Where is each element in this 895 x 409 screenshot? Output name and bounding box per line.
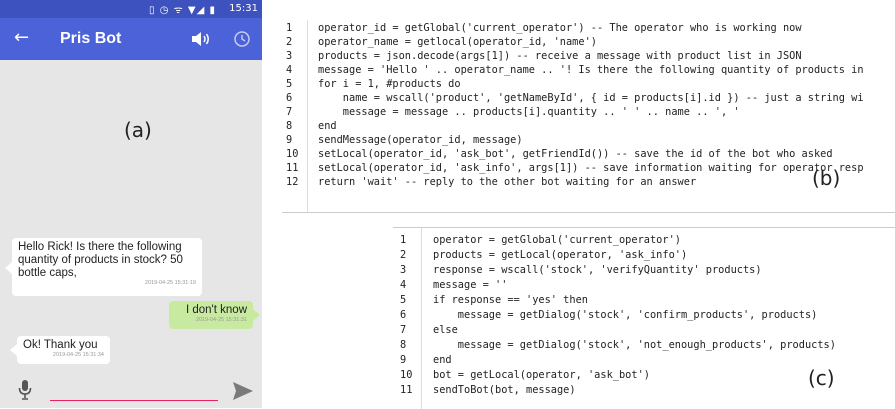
code-text: if response == 'yes' then (433, 294, 588, 306)
code-text: message = 'Hello ' .. operator_name .. '… (318, 64, 864, 76)
message-text: Hello Rick! Is there the following quant… (18, 241, 183, 279)
status-time: 15:31 (229, 3, 258, 14)
status-bar: ▯ ◷ ᯤ ▼◢ ▮ 15:31 (0, 0, 262, 18)
panel-label-c: (c) (808, 366, 835, 390)
message-composer (0, 372, 262, 408)
message-timestamp: 2019-04-25 15:31:34 (52, 352, 104, 358)
line-number: 5 (286, 78, 293, 90)
message-timestamp: 2019-04-25 15:31:31 (195, 317, 247, 323)
code-text: message = getDialog('stock', 'confirm_pr… (433, 309, 818, 321)
line-number: 11 (286, 162, 299, 174)
code-text: end (318, 120, 337, 132)
line-number: 7 (400, 324, 407, 336)
incoming-message: Hello Rick! Is there the following quant… (5, 238, 202, 296)
code-text: operator = getGlobal('current_operator') (433, 234, 681, 246)
line-number: 3 (400, 264, 407, 276)
line-number: 4 (286, 64, 293, 76)
code-text: message = message .. products[i].quantit… (318, 106, 740, 118)
status-icons: ▯ ◷ ᯤ ▼◢ ▮ (149, 5, 216, 16)
line-number: 6 (286, 92, 293, 104)
code-text: setLocal(operator_id, 'ask_info', args[1… (318, 162, 864, 174)
outgoing-message: I don't know 2019-04-25 15:31:31 (169, 301, 260, 329)
line-number: 8 (286, 120, 293, 132)
line-number: 12 (286, 176, 299, 188)
line-number: 6 (400, 309, 407, 321)
code-text: bot = getLocal(operator, 'ask_bot') (433, 369, 650, 381)
line-number: 11 (400, 384, 413, 396)
send-icon[interactable] (232, 381, 254, 401)
line-number: 1 (400, 234, 407, 246)
line-number: 1 (286, 22, 293, 34)
message-text: I don't know (185, 304, 247, 316)
app-bar: ← Pris Bot (0, 18, 262, 60)
code-text: operator_name = getlocal(operator_id, 'n… (318, 36, 597, 48)
code-text: products = getLocal(operator, 'ask_info'… (433, 249, 688, 261)
code-text: return 'wait' -- reply to the other bot … (318, 176, 697, 188)
code-text: products = json.decode(args[1]) -- recei… (318, 50, 802, 62)
chat-app-screen: ▯ ◷ ᯤ ▼◢ ▮ 15:31 ← Pris Bot (a) Hello Ri… (0, 0, 262, 408)
chat-title: Pris Bot (60, 30, 122, 47)
line-number: 2 (286, 36, 293, 48)
message-input[interactable] (50, 382, 218, 401)
code-text: response = wscall('stock', 'verifyQuanti… (433, 264, 762, 276)
panel-label-b: (b) (812, 166, 841, 190)
code-text: else (433, 324, 458, 336)
line-number: 8 (400, 339, 407, 351)
code-text: sendToBot(bot, message) (433, 384, 576, 396)
microphone-icon[interactable] (18, 379, 32, 401)
code-text: end (433, 354, 452, 366)
message-timestamp: 2019-04-25 15:31:19 (144, 280, 196, 286)
code-listing-b: 1 operator_id = getGlobal('current_operat… (282, 20, 895, 213)
line-number: 9 (400, 354, 407, 366)
line-number: 9 (286, 134, 293, 146)
line-number: 4 (400, 279, 407, 291)
line-number: 10 (400, 369, 413, 381)
code-text: message = '' (433, 279, 508, 291)
line-number: 5 (400, 294, 407, 306)
speaker-icon[interactable] (190, 30, 212, 48)
code-text: setLocal(operator_id, 'ask_bot', getFrie… (318, 148, 833, 160)
message-text: Ok! Thank you (23, 339, 98, 351)
line-number: 3 (286, 50, 293, 62)
code-text: for i = 1, #products do (318, 78, 461, 90)
panel-label-a: (a) (124, 118, 152, 142)
clock-icon[interactable] (233, 30, 251, 48)
line-number: 10 (286, 148, 299, 160)
code-text: operator_id = getGlobal('current_operato… (318, 22, 802, 34)
code-text: message = getDialog('stock', 'not_enough… (433, 339, 836, 351)
code-text: sendMessage(operator_id, message) (318, 134, 523, 146)
code-text: name = wscall('product', 'getNameById', … (318, 92, 864, 104)
incoming-message: Ok! Thank you 2019-04-25 15:31:34 (10, 336, 110, 364)
line-number: 2 (400, 249, 407, 261)
back-arrow-icon[interactable]: ← (14, 27, 29, 48)
line-number: 7 (286, 106, 293, 118)
